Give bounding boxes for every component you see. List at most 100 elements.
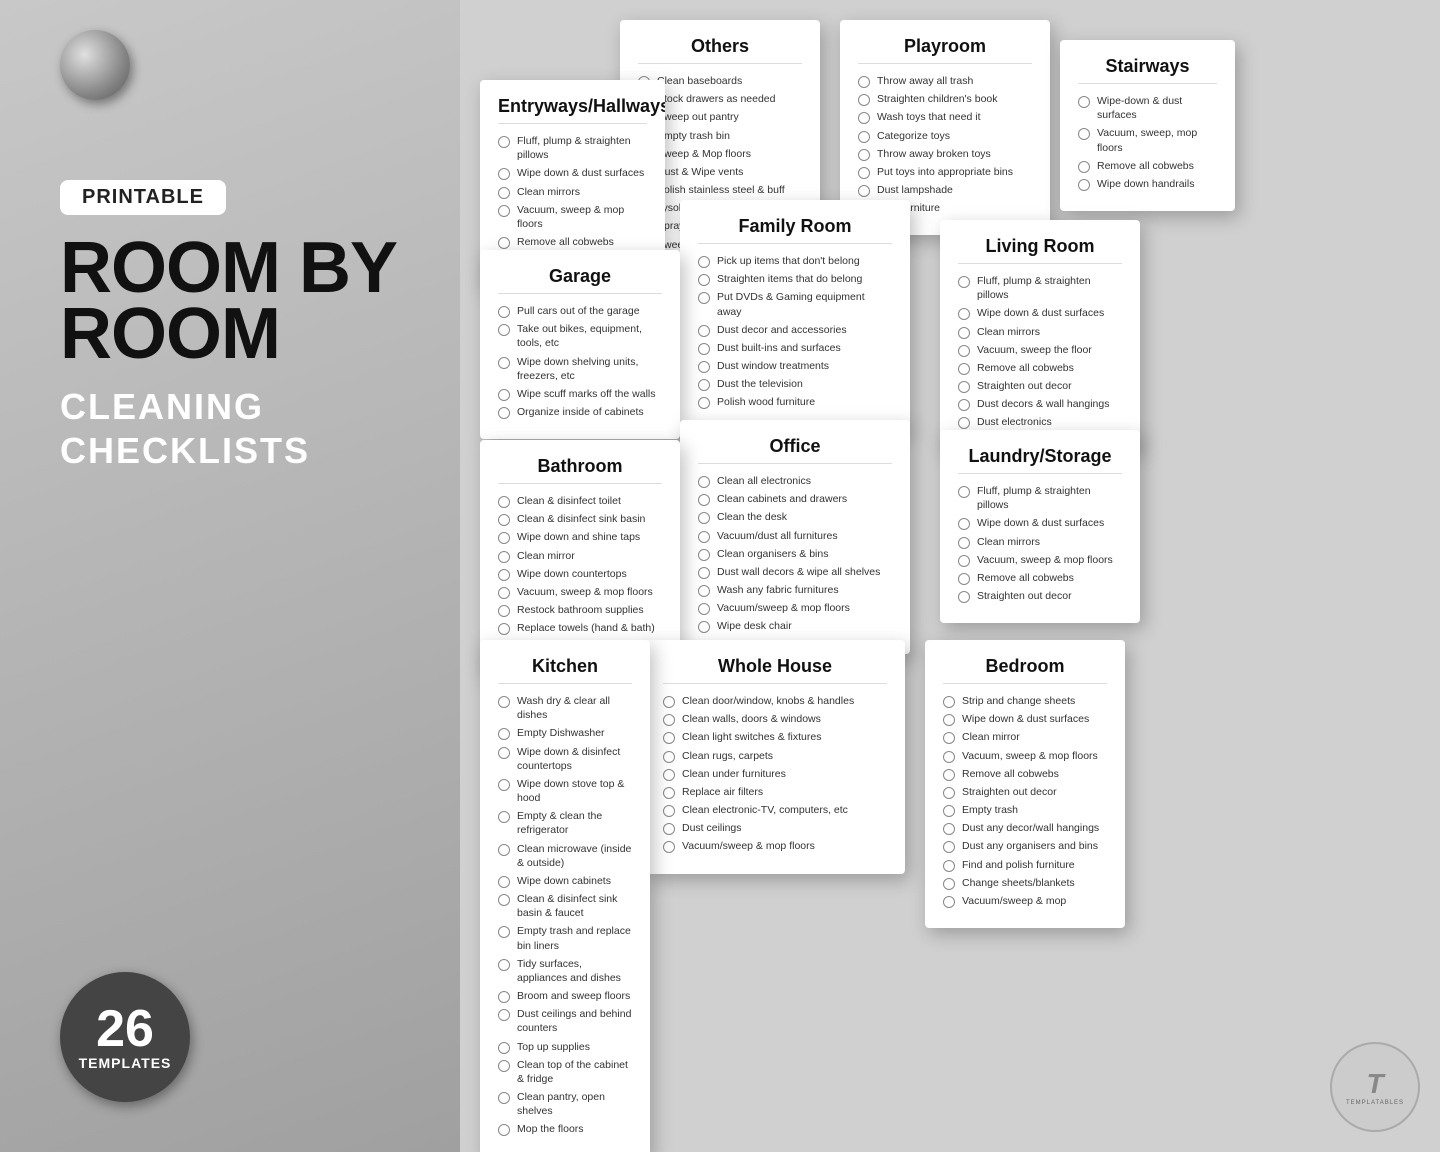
checkbox-circle[interactable] [698, 567, 710, 579]
checkbox-circle[interactable] [498, 1124, 510, 1136]
checkbox-circle[interactable] [498, 569, 510, 581]
checkbox-circle[interactable] [698, 361, 710, 373]
checkbox-circle[interactable] [698, 549, 710, 561]
checkbox-circle[interactable] [1078, 179, 1090, 191]
checkbox-circle[interactable] [498, 779, 510, 791]
checkbox-circle[interactable] [663, 823, 675, 835]
checkbox-circle[interactable] [498, 844, 510, 856]
checkbox-circle[interactable] [958, 381, 970, 393]
checkbox-circle[interactable] [498, 728, 510, 740]
checkbox-circle[interactable] [958, 591, 970, 603]
checkbox-circle[interactable] [943, 732, 955, 744]
checkbox-circle[interactable] [663, 787, 675, 799]
checkbox-circle[interactable] [498, 306, 510, 318]
checkbox-circle[interactable] [698, 603, 710, 615]
checkbox-circle[interactable] [498, 1009, 510, 1021]
checkbox-circle[interactable] [498, 187, 510, 199]
checkbox-circle[interactable] [498, 1060, 510, 1072]
checkbox-circle[interactable] [958, 327, 970, 339]
checkbox-circle[interactable] [698, 379, 710, 391]
checkbox-circle[interactable] [498, 747, 510, 759]
checkbox-circle[interactable] [698, 476, 710, 488]
checkbox-circle[interactable] [958, 399, 970, 411]
checkbox-circle[interactable] [858, 131, 870, 143]
checkbox-circle[interactable] [663, 841, 675, 853]
checkbox-circle[interactable] [498, 1092, 510, 1104]
checkbox-circle[interactable] [1078, 96, 1090, 108]
checkbox-circle[interactable] [958, 486, 970, 498]
checkbox-circle[interactable] [498, 532, 510, 544]
checkbox-circle[interactable] [698, 621, 710, 633]
checkbox-circle[interactable] [698, 325, 710, 337]
checkbox-circle[interactable] [943, 696, 955, 708]
checkbox-circle[interactable] [498, 168, 510, 180]
checkbox-circle[interactable] [698, 585, 710, 597]
checkbox-circle[interactable] [858, 112, 870, 124]
checkbox-circle[interactable] [958, 417, 970, 429]
checkbox-circle[interactable] [498, 205, 510, 217]
checkbox-circle[interactable] [498, 389, 510, 401]
checkbox-circle[interactable] [958, 555, 970, 567]
checkbox-circle[interactable] [498, 357, 510, 369]
checkbox-circle[interactable] [498, 926, 510, 938]
checkbox-circle[interactable] [698, 343, 710, 355]
item-text: Dust the television [717, 377, 803, 391]
checkbox-circle[interactable] [698, 512, 710, 524]
checkbox-circle[interactable] [943, 860, 955, 872]
list-item: Clean & disinfect sink basin & faucet [498, 892, 632, 920]
checkbox-circle[interactable] [943, 878, 955, 890]
checkbox-circle[interactable] [498, 407, 510, 419]
checkbox-circle[interactable] [943, 805, 955, 817]
checkbox-circle[interactable] [498, 876, 510, 888]
checkbox-circle[interactable] [498, 551, 510, 563]
checkbox-circle[interactable] [498, 237, 510, 249]
checkbox-circle[interactable] [663, 769, 675, 781]
checkbox-circle[interactable] [698, 292, 710, 304]
checkbox-circle[interactable] [958, 276, 970, 288]
checkbox-circle[interactable] [663, 751, 675, 763]
checkbox-circle[interactable] [498, 811, 510, 823]
checkbox-circle[interactable] [498, 496, 510, 508]
checkbox-circle[interactable] [698, 256, 710, 268]
checkbox-circle[interactable] [498, 894, 510, 906]
checkbox-circle[interactable] [943, 841, 955, 853]
subtitle: CLEANING CHECKLISTS [60, 385, 310, 471]
checkbox-circle[interactable] [698, 274, 710, 286]
checkbox-circle[interactable] [943, 714, 955, 726]
checkbox-circle[interactable] [858, 76, 870, 88]
checkbox-circle[interactable] [858, 149, 870, 161]
checkbox-circle[interactable] [958, 573, 970, 585]
checkbox-circle[interactable] [943, 769, 955, 781]
checkbox-circle[interactable] [498, 696, 510, 708]
checkbox-circle[interactable] [858, 185, 870, 197]
checkbox-circle[interactable] [698, 397, 710, 409]
checkbox-circle[interactable] [698, 494, 710, 506]
checkbox-circle[interactable] [663, 805, 675, 817]
checkbox-circle[interactable] [498, 991, 510, 1003]
checkbox-circle[interactable] [498, 324, 510, 336]
checkbox-circle[interactable] [498, 605, 510, 617]
checkbox-circle[interactable] [663, 696, 675, 708]
checkbox-circle[interactable] [498, 136, 510, 148]
checkbox-circle[interactable] [943, 823, 955, 835]
checkbox-circle[interactable] [943, 896, 955, 908]
checkbox-circle[interactable] [958, 363, 970, 375]
checkbox-circle[interactable] [943, 751, 955, 763]
checkbox-circle[interactable] [958, 518, 970, 530]
checkbox-circle[interactable] [858, 94, 870, 106]
checkbox-circle[interactable] [1078, 128, 1090, 140]
checkbox-circle[interactable] [943, 787, 955, 799]
checkbox-circle[interactable] [498, 587, 510, 599]
checkbox-circle[interactable] [498, 623, 510, 635]
checkbox-circle[interactable] [1078, 161, 1090, 173]
checkbox-circle[interactable] [958, 345, 970, 357]
checkbox-circle[interactable] [663, 714, 675, 726]
checkbox-circle[interactable] [498, 959, 510, 971]
checkbox-circle[interactable] [698, 531, 710, 543]
checkbox-circle[interactable] [663, 732, 675, 744]
checkbox-circle[interactable] [858, 167, 870, 179]
checkbox-circle[interactable] [958, 308, 970, 320]
checkbox-circle[interactable] [498, 514, 510, 526]
checkbox-circle[interactable] [958, 537, 970, 549]
checkbox-circle[interactable] [498, 1042, 510, 1054]
